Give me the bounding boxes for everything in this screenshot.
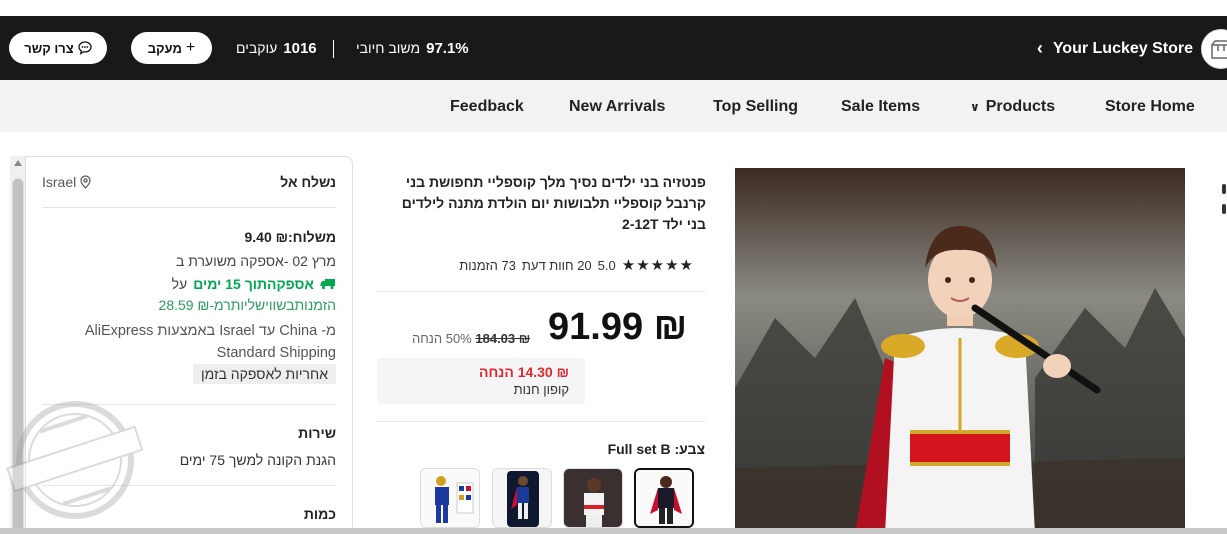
delivery-truck-icon [320,279,335,290]
costume-thumbnail-image [493,469,551,527]
netfree-watermark-stamp [0,392,150,522]
discount-percent: 50% הנחה [412,331,472,346]
nav-store-home-label: Store Home [1105,98,1195,115]
color-label: צבע: [674,441,705,457]
shipping-cost: משלוח:₪ 9.40 [244,229,336,245]
prince-costume-photo [735,168,1185,534]
nav-feedback-label: Feedback [450,98,524,115]
store-icon [1211,40,1227,59]
edge-dot [1222,204,1226,214]
delivery-estimate-row: מרץ 02 -אספקה משוערת ב [26,253,352,271]
fast-delivery-row: אספקהתוך 15 ימים על [26,276,352,292]
delivery-estimate: מרץ 02 -אספקה משוערת ב [175,253,336,269]
nav-sale-items[interactable]: Sale Items [841,98,920,116]
store-coupon[interactable]: ₪ 14.30 הנחה קופון חנות [377,358,585,404]
delivery-guarantee-chip: אחריות לאספקה בזמן [192,364,336,384]
nav-top-selling-label: Top Selling [713,98,799,115]
chat-bubble-icon [78,41,92,55]
divider [377,291,705,292]
service-title: שירות [298,425,336,441]
chevron-down-icon: ∨ [970,100,980,114]
positive-feedback-value: 97.1% [426,40,469,57]
shipping-route-row: מ- China עד Israel באמצעות AliExpress St… [26,320,352,364]
fast-delivery-text: אספקהתוך 15 ימים [193,276,314,292]
browser-top-strip [0,0,1227,16]
nav-feedback[interactable]: Feedback [450,98,524,116]
star-rating-icon[interactable]: ★★★★★ [622,256,694,274]
product-main-image[interactable] [735,168,1185,534]
rating-row: ★★★★★ 5.0 20 חוות דעת 73 הזמנות [384,256,694,274]
store-nav: Store Home ∨ Products Sale Items Top Sel… [0,80,1227,132]
divider [42,207,336,208]
edge-dot [1222,184,1226,194]
coupon-label: קופון חנות [513,382,569,397]
ship-to-country: Israel [42,174,77,190]
shipping-cost-row: משלוח:₪ 9.40 [26,229,352,247]
nav-products[interactable]: ∨ Products [970,98,1055,116]
side-panel-edge [1222,176,1226,214]
product-title: פנטזיה בני ילדים נסיך מלך קוספליי תחפושת… [401,174,706,232]
costume-thumbnail-image [636,470,692,526]
rating-value: 5.0 [597,257,616,273]
ship-to-location[interactable]: Israel [42,174,91,190]
old-price: ₪ 184.03 [475,331,531,346]
store-header: ‹ Your Luckey Store משוב חיובי 97.1% עוק… [0,16,1227,80]
store-name: Your Luckey Store [1052,39,1193,57]
nav-new-arrivals-label: New Arrivals [569,98,666,115]
color-value: Full set B [607,441,671,457]
follow-label: מעקב [147,40,182,56]
nav-top-selling[interactable]: Top Selling [713,98,798,116]
costume-thumbnail-image [421,469,479,527]
coupon-amount: ₪ 14.30 הנחה [479,364,569,380]
color-option-full-set-b[interactable] [634,468,694,528]
contact-button[interactable]: צרו קשר [9,32,107,64]
followers-stat: עוקבים 1016 [236,40,317,57]
nav-new-arrivals[interactable]: New Arrivals [569,98,665,116]
color-option-3[interactable] [492,468,552,528]
color-option-4[interactable] [420,468,480,528]
buyer-protection: הגנת הקונה למשך 75 ימים [179,452,336,468]
chevron-left-icon: ‹ [1036,38,1043,58]
order-count: 73 הזמנות [459,257,516,273]
shipping-route: מ- China עד Israel באמצעות AliExpress St… [84,323,336,361]
positive-feedback-stat: משוב חיובי 97.1% [356,40,469,57]
scroll-up-arrow-icon[interactable] [14,160,22,166]
followers-label: עוקבים [236,40,278,56]
follow-button[interactable]: מעקב + [131,32,212,64]
color-option-2[interactable] [563,468,623,528]
divider [377,421,705,422]
store-name-link[interactable]: ‹ Your Luckey Store [1037,38,1193,59]
guarantee-row: אחריות לאספקה בזמן [26,364,352,384]
quantity-title: כמות [303,506,336,522]
fast-delivery-threshold-row: הזמנותבשווישליותרמ-₪ 28.59 [26,297,352,315]
nav-store-home[interactable]: Store Home [1105,98,1195,116]
nav-sale-items-label: Sale Items [841,98,921,115]
old-price-row: ₪ 184.03 50% הנחה [412,331,530,346]
followers-value: 1016 [283,40,317,57]
store-logo[interactable] [1201,29,1227,69]
costume-thumbnail-image [564,469,622,527]
positive-feedback-label: משוב חיובי [356,40,421,56]
location-pin-icon [80,175,91,189]
color-selector-label: צבע: Full set B [540,441,705,457]
ship-to-label: נשלח אל [280,174,336,190]
horizontal-scrollbar[interactable] [0,528,1227,534]
ship-to-row[interactable]: נשלח אל Israel [26,174,352,190]
fast-delivery-threshold: הזמנותבשווישליותרמ-₪ 28.59 [158,297,336,313]
header-divider [333,40,334,58]
contact-label: צרו קשר [24,40,74,56]
nav-products-label: Products [985,98,1056,115]
current-price: ₪ 91.99 [548,306,688,348]
review-count[interactable]: 20 חוות דעת [522,258,592,273]
fast-delivery-suffix: על [171,276,188,292]
plus-icon: + [185,39,196,56]
